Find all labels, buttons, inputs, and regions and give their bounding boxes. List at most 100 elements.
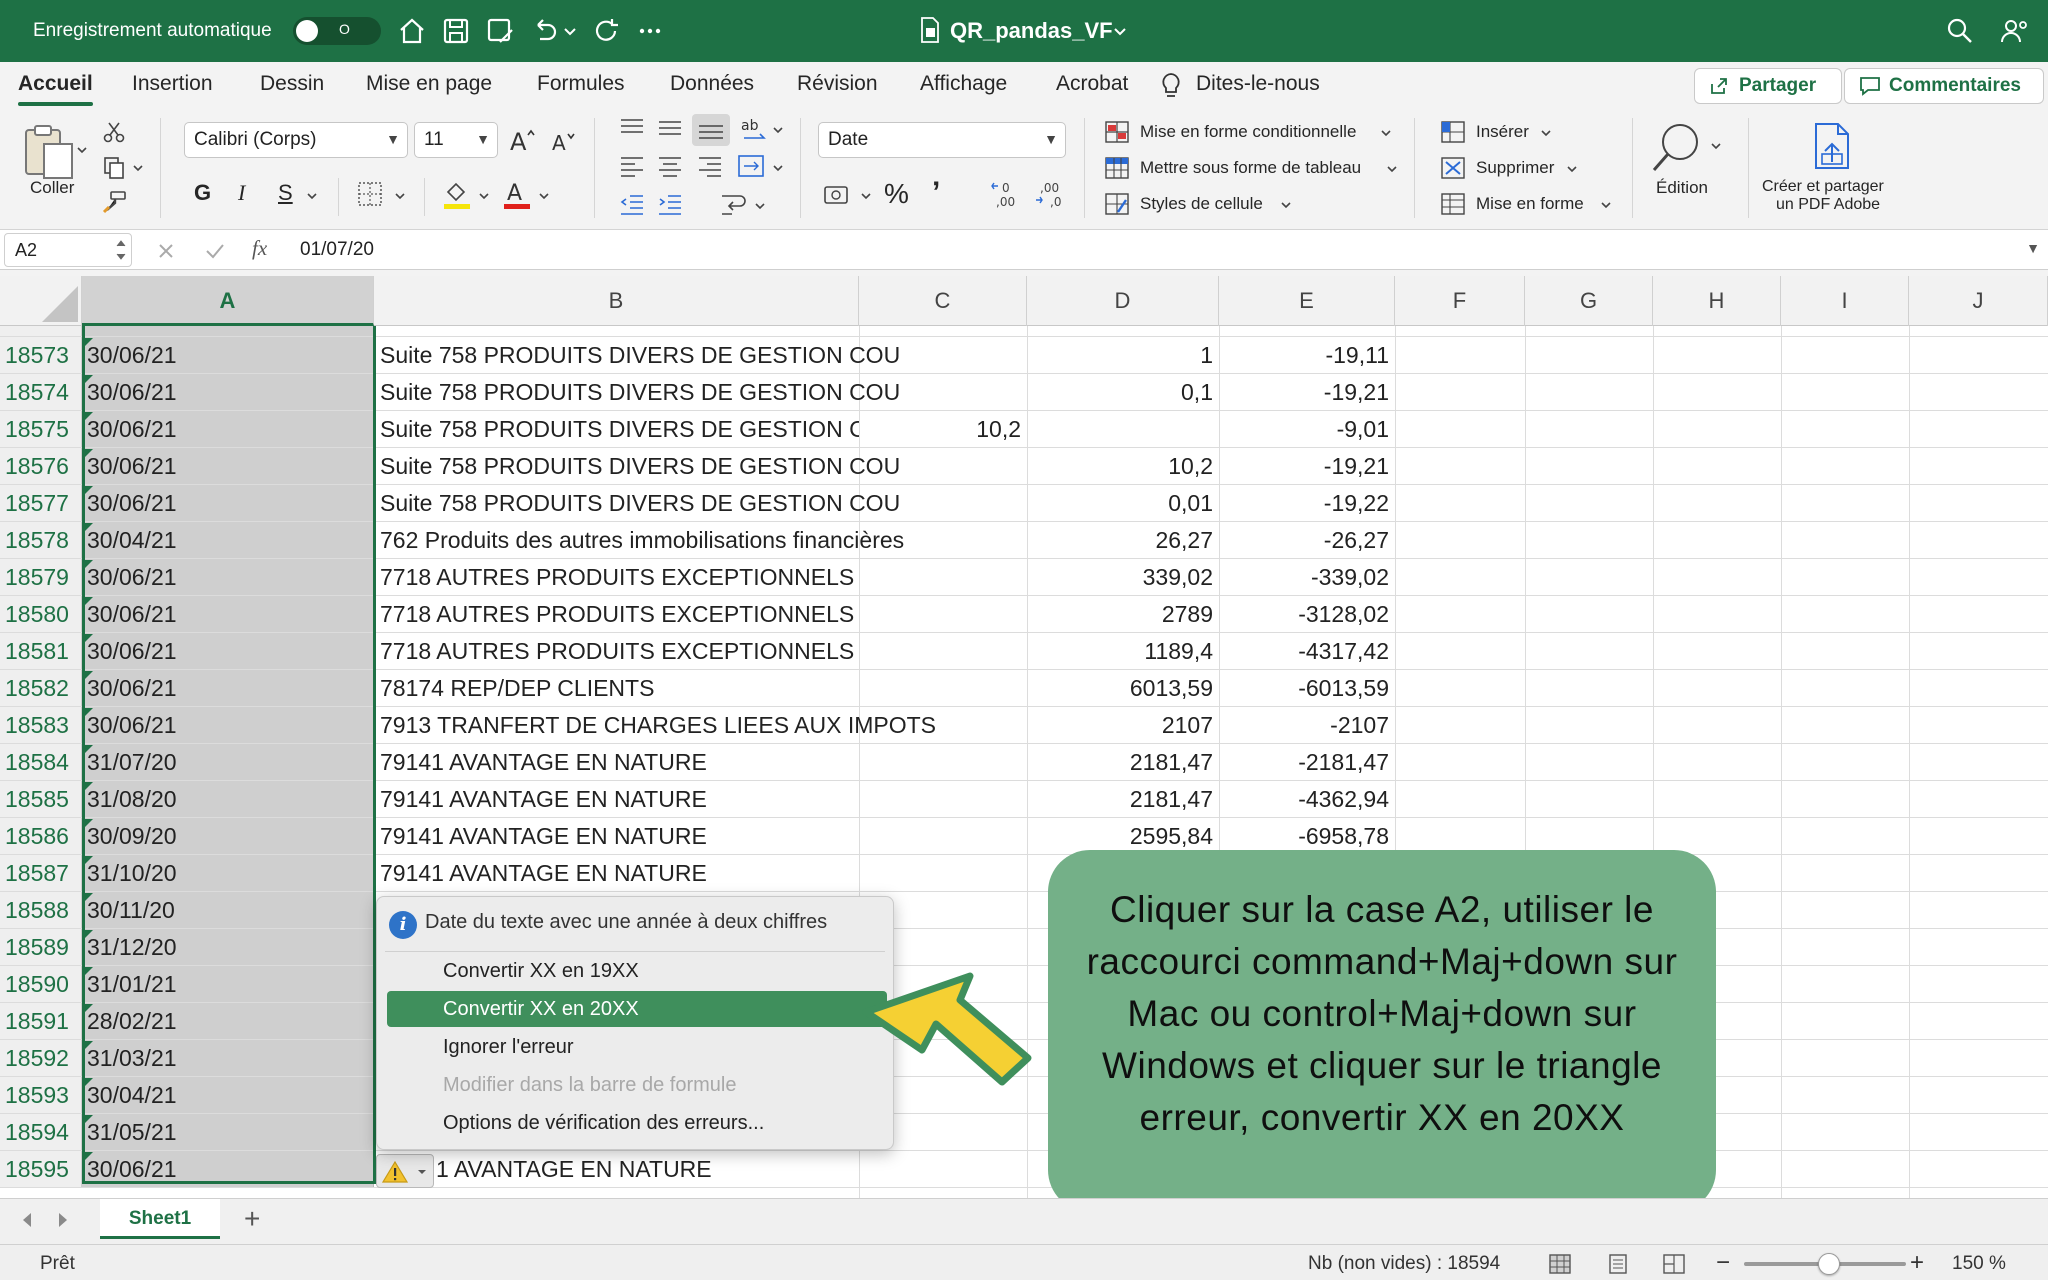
- format-dropdown-icon[interactable]: [1600, 199, 1612, 211]
- zoom-slider-thumb[interactable]: [1818, 1253, 1840, 1275]
- table-format-label[interactable]: Mettre sous forme de tableau: [1140, 158, 1361, 178]
- cond-format-dropdown-icon[interactable]: [1380, 127, 1392, 139]
- search-icon[interactable]: [1944, 15, 1976, 47]
- text-orientation-icon[interactable]: ab: [740, 114, 770, 144]
- cell-e[interactable]: -19,11: [1219, 337, 1395, 373]
- tab-accueil[interactable]: Accueil: [18, 72, 93, 106]
- cell-c[interactable]: [859, 707, 1027, 743]
- undo-icon[interactable]: [528, 15, 560, 47]
- menu-item-convert-19xx[interactable]: Convertir XX en 19XX: [387, 953, 887, 989]
- cell-c[interactable]: [859, 485, 1027, 521]
- editing-dropdown-icon[interactable]: [1710, 140, 1722, 152]
- cell-a[interactable]: 30/06/21: [82, 411, 374, 447]
- prev-sheet-icon[interactable]: [20, 1211, 34, 1229]
- cell-d[interactable]: [1027, 411, 1219, 447]
- cell-b[interactable]: 79141 AVANTAGE EN NATURE: [374, 744, 707, 780]
- orientation-dropdown-icon[interactable]: [772, 124, 784, 136]
- home-icon[interactable]: [396, 15, 428, 47]
- name-box[interactable]: A2: [4, 233, 132, 267]
- row-number[interactable]: 18581: [0, 633, 82, 669]
- align-left-icon[interactable]: [618, 154, 646, 178]
- cell-a[interactable]: 30/06/21: [82, 559, 374, 595]
- column-header-d[interactable]: D: [1027, 276, 1219, 326]
- cell-c[interactable]: [859, 522, 1027, 558]
- column-header-f[interactable]: F: [1395, 276, 1525, 326]
- cell-a[interactable]: 30/06/21: [82, 670, 374, 706]
- row-number[interactable]: 18574: [0, 374, 82, 410]
- formula-value[interactable]: 01/07/20: [300, 239, 374, 261]
- cell-styles-label[interactable]: Styles de cellule: [1140, 194, 1263, 214]
- cell-b[interactable]: 79141 AVANTAGE EN NATURE: [374, 781, 707, 817]
- row-number[interactable]: 18576: [0, 448, 82, 484]
- cell-b[interactable]: 7913 TRANFERT DE CHARGES LIEES AUX IMPOT…: [374, 707, 936, 743]
- cell-b[interactable]: 7718 AUTRES PRODUITS EXCEPTIONNELS: [374, 559, 854, 595]
- tab-donnees[interactable]: Données: [670, 72, 754, 96]
- document-title[interactable]: QR_pandas_VF: [950, 18, 1113, 44]
- cell-e[interactable]: -2107: [1219, 707, 1395, 743]
- row-number[interactable]: 18579: [0, 559, 82, 595]
- cell-d[interactable]: 6013,59: [1027, 670, 1219, 706]
- cell-c[interactable]: [859, 1151, 1027, 1187]
- row-number[interactable]: 18585: [0, 781, 82, 817]
- column-header-h[interactable]: H: [1653, 276, 1781, 326]
- cell-a[interactable]: 31/03/21: [82, 1040, 374, 1076]
- cell-d[interactable]: 339,02: [1027, 559, 1219, 595]
- undo-dropdown-icon[interactable]: [562, 15, 578, 47]
- column-header-e[interactable]: E: [1219, 276, 1395, 326]
- tab-dessin[interactable]: Dessin: [260, 72, 324, 96]
- select-all-corner[interactable]: [0, 276, 82, 326]
- cell-a[interactable]: 31/10/20: [82, 855, 374, 891]
- cell-c[interactable]: [859, 448, 1027, 484]
- row-number[interactable]: 18594: [0, 1114, 82, 1150]
- cell-d[interactable]: 0,01: [1027, 485, 1219, 521]
- cell-a[interactable]: 30/06/21: [82, 448, 374, 484]
- row-number[interactable]: 18587: [0, 855, 82, 891]
- cond-format-label[interactable]: Mise en forme conditionnelle: [1140, 122, 1356, 142]
- cell-d[interactable]: 10,2: [1027, 448, 1219, 484]
- cell-c[interactable]: [859, 855, 1027, 891]
- row-number[interactable]: 18575: [0, 411, 82, 447]
- row-number[interactable]: 18590: [0, 966, 82, 1002]
- font-size-select[interactable]: 11 ▼: [414, 122, 498, 158]
- cell-d[interactable]: 2789: [1027, 596, 1219, 632]
- row-number[interactable]: 18588: [0, 892, 82, 928]
- cell-e[interactable]: -26,27: [1219, 522, 1395, 558]
- cell-d[interactable]: 1: [1027, 337, 1219, 373]
- row-number[interactable]: 18584: [0, 744, 82, 780]
- fill-color-icon[interactable]: [442, 178, 472, 210]
- increase-indent-icon[interactable]: [656, 192, 684, 216]
- row-number[interactable]: 18589: [0, 929, 82, 965]
- decrease-font-icon[interactable]: A: [550, 130, 578, 154]
- cell-b[interactable]: 78174 REP/DEP CLIENTS: [374, 670, 654, 706]
- row-number[interactable]: 18595: [0, 1151, 82, 1187]
- cell-b[interactable]: Suite 758 PRODUITS DIVERS DE GESTION COU: [374, 374, 900, 410]
- tab-acrobat[interactable]: Acrobat: [1056, 72, 1128, 96]
- name-box-stepper-icon[interactable]: [115, 236, 127, 264]
- normal-view-icon[interactable]: [1548, 1253, 1572, 1275]
- tab-tell-me[interactable]: Dites-le-nous: [1196, 72, 1320, 96]
- column-header-g[interactable]: G: [1525, 276, 1653, 326]
- cell-e[interactable]: -4362,94: [1219, 781, 1395, 817]
- cell-e[interactable]: -339,02: [1219, 559, 1395, 595]
- font-color-icon[interactable]: A: [502, 178, 532, 210]
- cell-a[interactable]: 30/06/21: [82, 485, 374, 521]
- account-icon[interactable]: [1998, 15, 2030, 47]
- cell-b[interactable]: 762 Produits des autres immobilisations …: [374, 522, 904, 558]
- row-number[interactable]: 18573: [0, 337, 82, 373]
- cell-c[interactable]: [859, 559, 1027, 595]
- cell-a[interactable]: 30/06/21: [82, 707, 374, 743]
- tab-mise-en-page[interactable]: Mise en page: [366, 72, 492, 96]
- cell-styles-icon[interactable]: [1104, 192, 1130, 216]
- editing-label[interactable]: Édition: [1656, 178, 1708, 198]
- format-label[interactable]: Mise en forme: [1476, 194, 1584, 214]
- font-name-select[interactable]: Calibri (Corps) ▼: [184, 122, 408, 158]
- menu-item-ignore-error[interactable]: Ignorer l'erreur: [387, 1029, 887, 1065]
- increase-decimal-icon[interactable]: 0,00: [990, 178, 1024, 210]
- cell-e[interactable]: -19,22: [1219, 485, 1395, 521]
- format-painter-icon[interactable]: [102, 190, 128, 214]
- align-bottom-active[interactable]: [692, 114, 730, 146]
- redo-icon[interactable]: [590, 15, 622, 47]
- save-as-icon[interactable]: [484, 15, 516, 47]
- row-number[interactable]: 18580: [0, 596, 82, 632]
- cell-a[interactable]: 28/02/21: [82, 1003, 374, 1039]
